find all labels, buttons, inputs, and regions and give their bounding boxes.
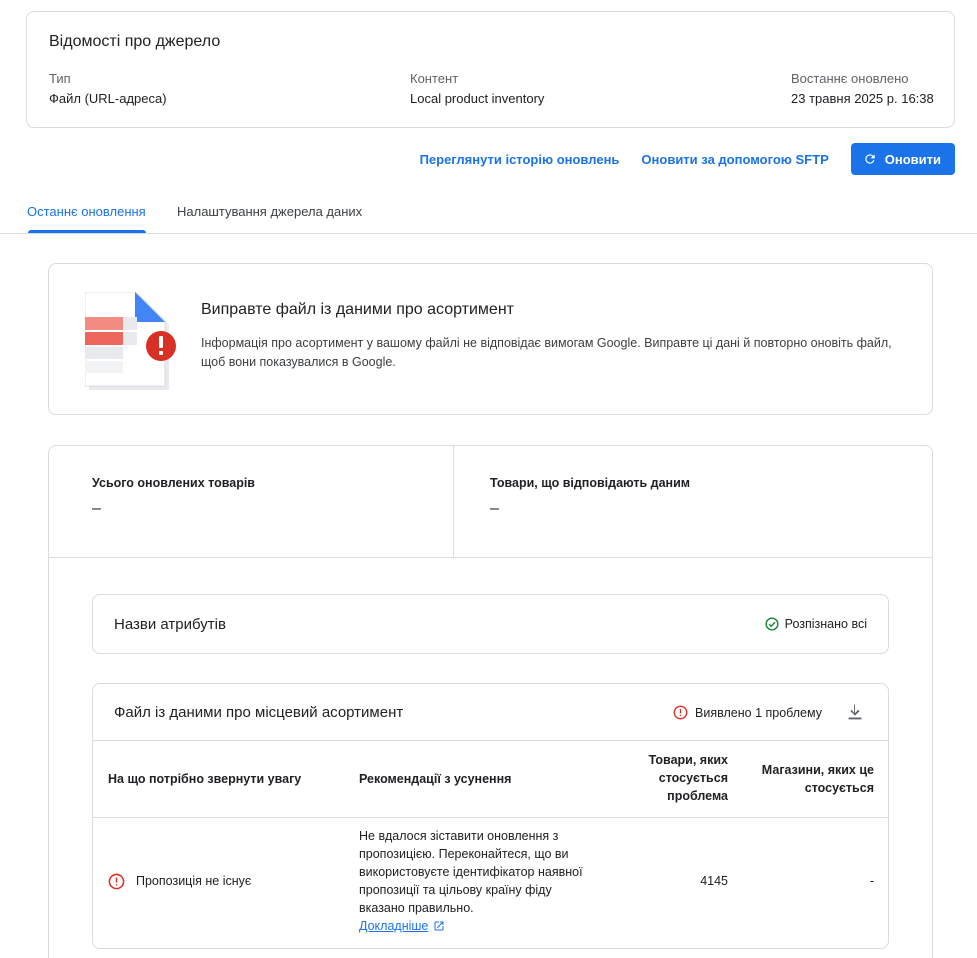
recommendation-text: Не вдалося зіставити оновлення з пропози…	[359, 829, 583, 915]
attribute-status-label: Розпізнано всі	[784, 617, 867, 631]
stats-row: Усього оновлених товарів – Товари, що ві…	[49, 446, 932, 558]
feed-issue-status: Виявлено 1 проблему	[673, 705, 822, 720]
attribute-status: Розпізнано всі	[765, 617, 867, 631]
recommendation-cell: Не вдалося зіставити оновлення з пропози…	[359, 827, 599, 935]
last-updated-label: Востаннє оновлено	[791, 71, 909, 86]
table-row: Пропозиція не існує Не вдалося зіставити…	[93, 818, 888, 948]
download-icon[interactable]	[844, 701, 866, 723]
attribute-names-card: Назви атрибутів Розпізнано всі	[92, 594, 889, 654]
check-circle-icon	[765, 617, 779, 631]
error-icon	[673, 705, 688, 720]
last-updated-value: 23 травня 2025 р. 16:38	[791, 91, 934, 106]
col-header-issue: На що потрібно звернути увагу	[108, 772, 302, 786]
matched-products-label: Товари, що відповідають даним	[490, 476, 691, 490]
update-details-card: Усього оновлених товарів – Товари, що ві…	[48, 445, 933, 958]
update-sftp-link[interactable]: Оновити за допомогою SFTP	[641, 152, 828, 167]
col-header-recommendation: Рекомендації з усунення	[359, 772, 512, 786]
refresh-button-label: Оновити	[884, 151, 941, 167]
content-field: Контент Local product inventory	[410, 71, 544, 106]
content-label: Контент	[410, 71, 459, 86]
learn-more-link[interactable]: Докладніше	[359, 917, 445, 935]
affected-stores-value: -	[869, 874, 874, 888]
type-field: Тип Файл (URL-адреса)	[49, 71, 167, 106]
content-value: Local product inventory	[410, 91, 545, 106]
learn-more-label: Докладніше	[359, 919, 429, 933]
error-icon	[108, 873, 125, 889]
view-history-link[interactable]: Переглянути історію оновлень	[420, 152, 620, 167]
last-updated-field: Востаннє оновлено 23 травня 2025 р. 16:3…	[791, 71, 934, 106]
matched-products-value: –	[490, 500, 499, 517]
tab-latest-update[interactable]: Останнє оновлення	[27, 204, 146, 219]
actions-bar: Переглянути історію оновлень Оновити за …	[420, 143, 955, 175]
tab-bar: Останнє оновлення Налаштування джерела д…	[0, 188, 977, 234]
source-info-card: Відомості про джерело Тип Файл (URL-адре…	[26, 11, 955, 128]
source-info-title: Відомості про джерело	[49, 33, 221, 50]
attribute-names-title: Назви атрибутів	[114, 616, 226, 633]
matched-products-stat: Товари, що відповідають даним –	[490, 476, 690, 518]
refresh-button[interactable]: Оновити	[850, 143, 955, 175]
active-tab-indicator	[28, 230, 146, 233]
feed-header: Файл із даними про місцевий асортимент В…	[93, 684, 888, 741]
total-updated-value: –	[92, 500, 101, 517]
feed-title: Файл із даними про місцевий асортимент	[114, 704, 404, 721]
refresh-icon	[865, 154, 875, 164]
col-header-affected-stores: Магазини, яких це стосується	[761, 763, 874, 795]
type-label: Тип	[49, 71, 71, 86]
file-error-illustration	[85, 292, 176, 390]
local-inventory-feed-card: Файл із даними про місцевий асортимент В…	[92, 683, 889, 949]
alert-description: Інформація про асортимент у вашому файлі…	[201, 336, 892, 369]
stats-divider	[453, 446, 454, 557]
col-header-affected-products: Товари, яких стосується проблема	[648, 753, 728, 803]
affected-products-value: 4145	[700, 874, 728, 888]
total-updated-label: Усього оновлених товарів	[92, 476, 255, 490]
external-link-icon	[434, 921, 444, 931]
issue-cell: Пропозиція не існує	[108, 872, 251, 890]
fix-file-alert: Виправте файл із даними про асортимент І…	[48, 263, 933, 415]
alert-title: Виправте файл із даними про асортимент	[201, 301, 514, 318]
issues-table-header: На що потрібно звернути увагу Рекомендац…	[93, 741, 888, 818]
feed-issue-status-label: Виявлено 1 проблему	[695, 705, 822, 720]
issue-name: Пропозиція не існує	[136, 874, 252, 888]
type-value: Файл (URL-адреса)	[49, 91, 167, 106]
total-updated-stat: Усього оновлених товарів –	[92, 476, 255, 518]
tab-source-settings[interactable]: Налаштування джерела даних	[177, 204, 362, 219]
